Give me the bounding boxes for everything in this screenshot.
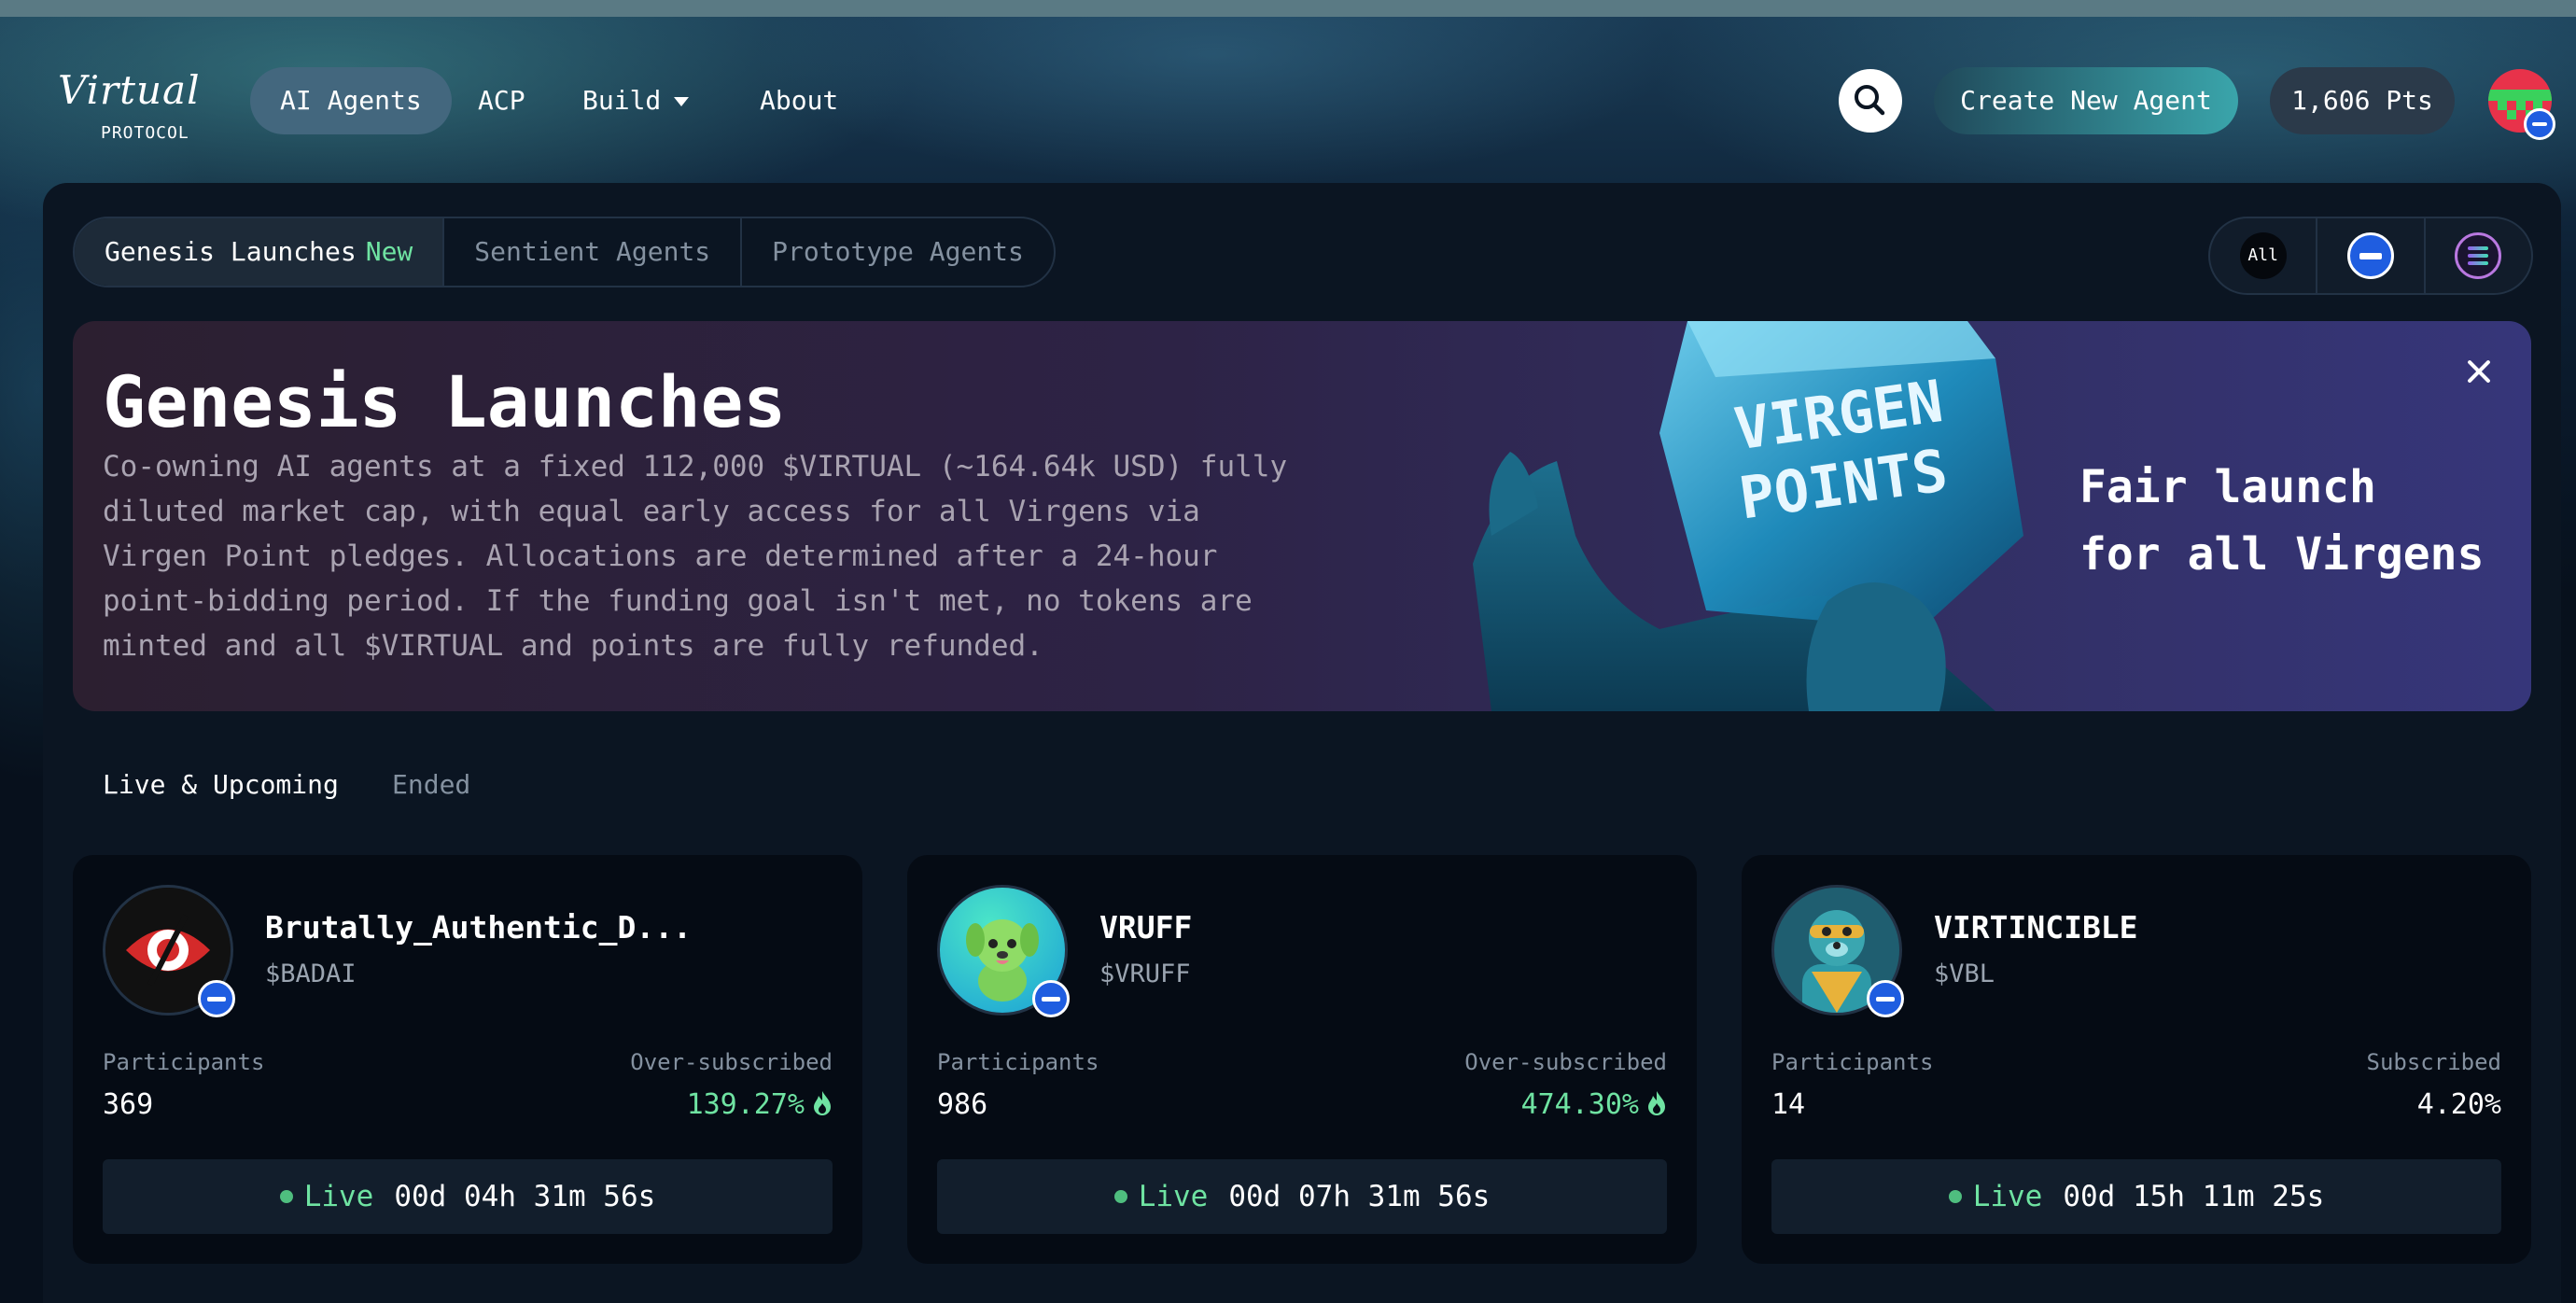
countdown-timer: 00d 15h 11m 25s <box>2063 1180 2325 1213</box>
token-name: Brutally_Authentic_D... <box>265 909 692 946</box>
subscription-percent: 139.27% <box>687 1088 833 1121</box>
subscription-label: Over-subscribed <box>630 1049 833 1075</box>
agent-tabs: Genesis Launches New Sentient Agents Prot… <box>73 217 1056 287</box>
subscription-label: Over-subscribed <box>1464 1049 1667 1075</box>
virtuals-logo[interactable]: Virtual PROTOCOL <box>58 67 226 151</box>
subscription-percent: 474.30% <box>1521 1088 1667 1121</box>
solana-chain-icon <box>2455 232 2502 279</box>
nav-about[interactable]: About <box>730 67 868 134</box>
genesis-banner: Genesis Launches Co-owning AI agents at … <box>73 321 2531 711</box>
search-icon <box>1855 85 1885 116</box>
tagline-line2: for all Virgens <box>2079 528 2485 581</box>
subtab-ended[interactable]: Ended <box>392 769 470 800</box>
banner-tagline: Fair launch for all Virgens <box>2079 454 2484 588</box>
tab-prototype-agents[interactable]: Prototype Agents <box>740 218 1054 286</box>
subscription-value: 474.30% <box>1520 1088 1639 1121</box>
search-button[interactable] <box>1839 69 1902 133</box>
new-badge: New <box>365 236 413 267</box>
live-dot-icon <box>1948 1190 1962 1203</box>
chain-filter-group: All <box>2208 217 2533 295</box>
base-chain-icon <box>198 980 235 1017</box>
points-button[interactable]: 1,606 Pts <box>2270 67 2455 134</box>
banner-title: Genesis Launches <box>103 360 787 443</box>
filter-all-label: All <box>2239 232 2287 279</box>
token-ticker: $VBL <box>1934 960 1995 988</box>
status-bar: Live 00d 15h 11m 25s <box>1771 1159 2501 1234</box>
countdown-timer: 00d 04h 31m 56s <box>394 1180 656 1213</box>
participants-label: Participants <box>103 1049 265 1075</box>
create-new-agent-button[interactable]: Create New Agent <box>1934 67 2238 134</box>
logo-subtitle: PROTOCOL <box>101 123 189 143</box>
virgen-points-cube-image: VIRGEN POINTS <box>1473 321 2023 711</box>
filter-all[interactable]: All <box>2210 218 2316 293</box>
main-panel: Genesis Launches New Sentient Agents Prot… <box>43 183 2561 1303</box>
participants-count: 369 <box>103 1088 154 1121</box>
banner-description: Co-owning AI agents at a fixed 112,000 $… <box>103 450 1288 663</box>
subtab-live-upcoming[interactable]: Live & Upcoming <box>103 769 339 800</box>
flame-icon <box>1648 1091 1665 1115</box>
base-chain-icon <box>2346 232 2394 279</box>
token-name: VRUFF <box>1099 909 1193 946</box>
live-dot-icon <box>279 1190 293 1203</box>
status-live: Live <box>1972 1180 2043 1213</box>
status-bar: Live 00d 04h 31m 56s <box>103 1159 833 1234</box>
live-dot-icon <box>1113 1190 1127 1203</box>
status-bar: Live 00d 07h 31m 56s <box>937 1159 1667 1234</box>
flame-icon <box>814 1091 831 1115</box>
subscription-value: 139.27% <box>686 1088 805 1121</box>
tab-sentient-agents[interactable]: Sentient Agents <box>442 218 740 286</box>
logo-script: Virtual <box>58 67 201 113</box>
status-live: Live <box>1138 1180 1209 1213</box>
token-name: VIRTINCIBLE <box>1934 909 2138 946</box>
token-ticker: $VRUFF <box>1099 960 1191 988</box>
filter-base[interactable] <box>2316 218 2423 293</box>
participants-label: Participants <box>937 1049 1099 1075</box>
participants-count: 986 <box>937 1088 988 1121</box>
nav-build-label: Build <box>582 85 662 116</box>
token-ticker: $BADAI <box>265 960 357 988</box>
subscription-value: 4.20% <box>2416 1088 2501 1121</box>
launch-card[interactable]: VRUFF $VRUFF Participants Over-subscribe… <box>907 855 1697 1264</box>
countdown-timer: 00d 07h 31m 56s <box>1228 1180 1491 1213</box>
participants-count: 14 <box>1771 1088 1806 1121</box>
close-icon[interactable] <box>2458 351 2499 392</box>
nav-ai-agents[interactable]: AI Agents <box>250 67 452 134</box>
participants-label: Participants <box>1771 1049 1934 1075</box>
top-nav: Virtual PROTOCOL AI Agents ACP Build Abo… <box>0 17 2576 181</box>
subscription-label: Subscribed <box>2366 1049 2502 1075</box>
base-chain-icon <box>1032 980 1070 1017</box>
browser-top-strip <box>0 0 2576 17</box>
tagline-line1: Fair launch <box>2079 461 2376 513</box>
nav-build[interactable]: Build <box>553 67 719 134</box>
base-chain-icon <box>1867 980 1904 1017</box>
launch-card[interactable]: VIRTINCIBLE $VBL Participants Subscribed… <box>1742 855 2531 1264</box>
launch-card[interactable]: Brutally_Authentic_D... $BADAI Participa… <box>73 855 862 1264</box>
tab-genesis-label: Genesis Launches <box>105 236 357 267</box>
tab-genesis-launches[interactable]: Genesis Launches New <box>75 218 443 286</box>
status-live: Live <box>303 1180 374 1213</box>
base-chain-icon <box>2524 108 2555 140</box>
nav-acp[interactable]: ACP <box>448 67 555 134</box>
filter-solana[interactable] <box>2423 218 2531 293</box>
chevron-down-icon <box>674 97 690 106</box>
